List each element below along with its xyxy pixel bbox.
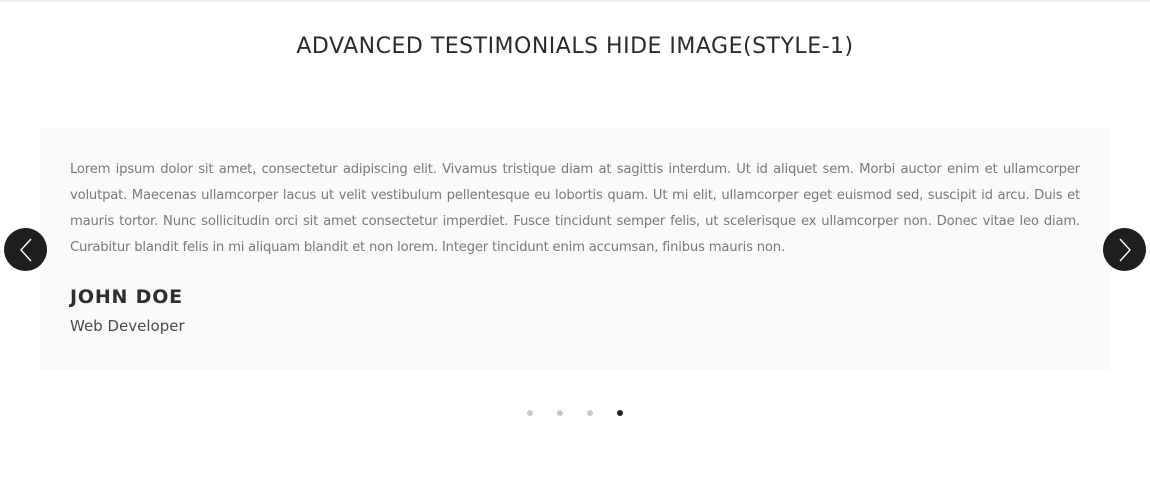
author-name: JOHN DOE <box>70 286 183 308</box>
previous-slide-button[interactable] <box>4 228 47 271</box>
testimonial-card: Lorem ipsum dolor sit amet, consectetur … <box>40 128 1110 370</box>
carousel-pagination <box>0 410 1150 416</box>
top-divider <box>0 0 1150 2</box>
author-role: Web Developer <box>70 317 185 335</box>
pagination-dot[interactable] <box>617 410 623 416</box>
chevron-left-icon <box>19 238 33 262</box>
pagination-dot[interactable] <box>527 410 533 416</box>
testimonial-quote: Lorem ipsum dolor sit amet, consectetur … <box>70 162 1080 255</box>
pagination-dot[interactable] <box>587 410 593 416</box>
next-slide-button[interactable] <box>1103 228 1146 271</box>
chevron-right-icon <box>1118 238 1132 262</box>
pagination-dot[interactable] <box>557 410 563 416</box>
section-title: ADVANCED TESTIMONIALS HIDE IMAGE(STYLE-1… <box>296 34 854 59</box>
